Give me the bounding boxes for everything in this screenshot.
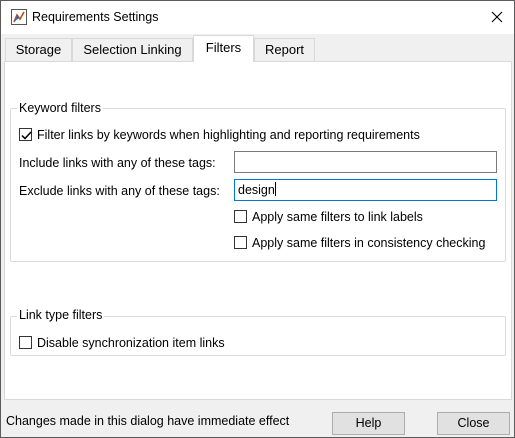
- apply-to-consistency-label: Apply same filters in consistency checki…: [252, 236, 486, 250]
- link-type-filters-label: Link type filters: [17, 308, 105, 322]
- close-button[interactable]: Close: [437, 412, 510, 435]
- tab-filters[interactable]: Filters: [193, 35, 254, 62]
- keyword-filters-label: Keyword filters: [17, 101, 103, 115]
- tab-selection-linking[interactable]: Selection Linking: [72, 38, 193, 62]
- footer: Changes made in this dialog have immedia…: [1, 404, 514, 437]
- title-bar[interactable]: Requirements Settings: [1, 1, 514, 34]
- window-title: Requirements Settings: [32, 10, 159, 24]
- filters-panel: Keyword filters Filter links by keywords…: [4, 61, 512, 400]
- checkmark-icon: [21, 131, 32, 140]
- apply-to-labels-label: Apply same filters to link labels: [252, 210, 423, 224]
- status-message: Changes made in this dialog have immedia…: [6, 414, 290, 428]
- text-caret: [274, 182, 276, 196]
- tab-bar: Storage Selection Linking Filters Report: [1, 34, 514, 62]
- tab-report[interactable]: Report: [254, 38, 315, 62]
- include-tags-input[interactable]: [234, 151, 497, 173]
- help-button[interactable]: Help: [332, 412, 405, 435]
- close-icon[interactable]: [483, 5, 511, 29]
- disable-sync-label: Disable synchronization item links: [37, 336, 225, 350]
- filter-by-keywords-checkbox[interactable]: [19, 128, 32, 141]
- exclude-tags-value: design: [238, 183, 275, 197]
- include-tags-label: Include links with any of these tags:: [19, 156, 216, 170]
- exclude-tags-input[interactable]: design: [234, 179, 497, 201]
- filter-by-keywords-label: Filter links by keywords when highlighti…: [37, 128, 420, 142]
- exclude-tags-label: Exclude links with any of these tags:: [19, 184, 220, 198]
- requirements-settings-dialog: Requirements Settings Storage Selection …: [0, 0, 515, 438]
- matlab-app-icon: [11, 9, 27, 25]
- disable-sync-checkbox[interactable]: [19, 336, 32, 349]
- apply-to-labels-checkbox[interactable]: [234, 210, 247, 223]
- tab-storage[interactable]: Storage: [5, 38, 72, 62]
- apply-to-consistency-checkbox[interactable]: [234, 236, 247, 249]
